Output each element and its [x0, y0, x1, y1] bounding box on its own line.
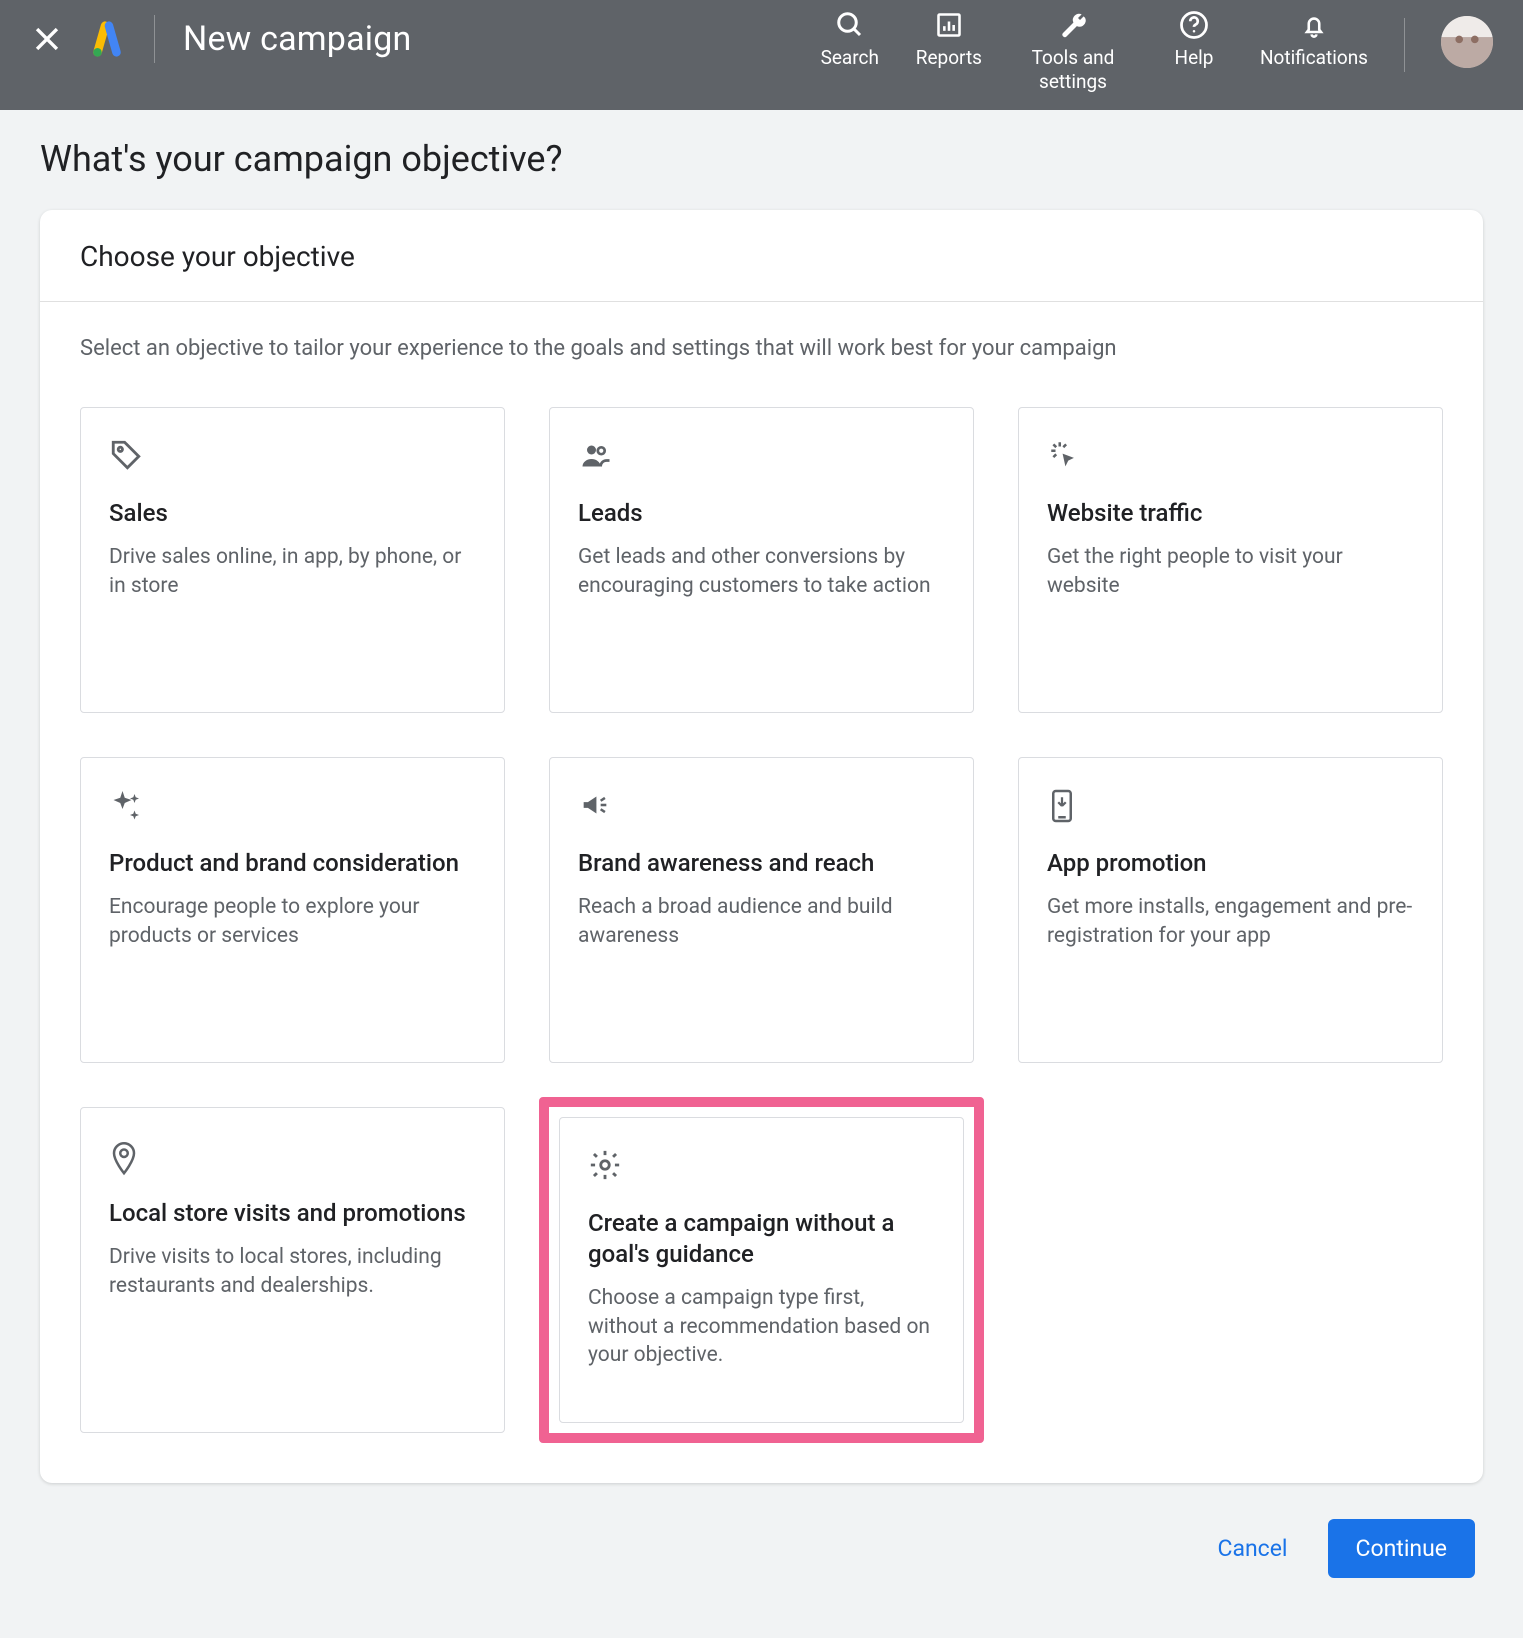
objective-app-promotion[interactable]: App promotion Get more installs, engagem… [1018, 757, 1443, 1063]
objective-desc: Encourage people to explore your product… [109, 893, 476, 950]
objective-desc: Get the right people to visit your websi… [1047, 543, 1414, 600]
gear-icon [588, 1148, 935, 1190]
objective-title: App promotion [1047, 848, 1414, 879]
objective-product-consideration[interactable]: Product and brand consideration Encourag… [80, 757, 505, 1063]
objective-title: Leads [578, 498, 945, 529]
objective-local-store[interactable]: Local store visits and promotions Drive … [80, 1107, 505, 1433]
objective-desc: Drive sales online, in app, by phone, or… [109, 543, 476, 600]
objective-title: Website traffic [1047, 498, 1414, 529]
header-left: New campaign [30, 0, 412, 78]
objective-card: Choose your objective Select an objectiv… [40, 210, 1483, 1483]
google-ads-logo-icon [88, 20, 126, 58]
objective-no-goal[interactable]: Create a campaign without a goal's guida… [559, 1117, 964, 1423]
objective-grid: Sales Drive sales online, in app, by pho… [40, 371, 1483, 1483]
tag-icon [109, 438, 476, 480]
nav-label: Help [1175, 46, 1214, 70]
divider [154, 15, 155, 63]
objective-desc: Drive visits to local stores, including … [109, 1243, 476, 1300]
nav-label: Reports [916, 46, 982, 70]
objective-desc: Get more installs, engagement and pre-re… [1047, 893, 1414, 950]
objective-title: Local store visits and promotions [109, 1198, 476, 1229]
page-title: New campaign [183, 19, 412, 59]
nav-tools[interactable]: Tools and settings [1018, 10, 1128, 94]
nav-label: Tools and settings [1018, 46, 1128, 94]
bell-icon [1300, 10, 1328, 40]
bar-chart-icon [935, 10, 963, 40]
divider [1404, 18, 1405, 72]
empty-cell [1018, 1107, 1443, 1433]
cancel-button[interactable]: Cancel [1208, 1523, 1298, 1574]
pin-icon [109, 1138, 476, 1180]
objective-title: Sales [109, 498, 476, 529]
account-avatar[interactable] [1441, 16, 1493, 68]
objective-brand-awareness[interactable]: Brand awareness and reach Reach a broad … [549, 757, 974, 1063]
nav-help[interactable]: Help [1164, 10, 1224, 70]
sparkle-icon [109, 788, 476, 830]
app-download-icon [1047, 788, 1414, 830]
objective-title: Create a campaign without a goal's guida… [588, 1208, 935, 1270]
footer-actions: Cancel Continue [0, 1483, 1523, 1638]
app-header: New campaign Search Reports Tools and se… [0, 0, 1523, 110]
header-right: Search Reports Tools and settings Help N… [820, 0, 1493, 94]
close-button[interactable] [30, 22, 64, 56]
objective-title: Brand awareness and reach [578, 848, 945, 879]
nav-search[interactable]: Search [820, 10, 880, 70]
objective-desc: Get leads and other conversions by encou… [578, 543, 945, 600]
wrench-icon [1058, 10, 1088, 40]
card-subtitle: Select an objective to tailor your exper… [40, 302, 1483, 371]
nav-label: Search [821, 46, 879, 70]
nav-reports[interactable]: Reports [916, 10, 982, 70]
objective-traffic[interactable]: Website traffic Get the right people to … [1018, 407, 1443, 713]
nav-label: Notifications [1260, 46, 1368, 70]
objective-desc: Reach a broad audience and build awarene… [578, 893, 945, 950]
objective-sales[interactable]: Sales Drive sales online, in app, by pho… [80, 407, 505, 713]
people-icon [578, 438, 945, 480]
nav-notifications[interactable]: Notifications [1260, 10, 1368, 70]
highlighted-objective: Create a campaign without a goal's guida… [539, 1097, 984, 1443]
continue-button[interactable]: Continue [1328, 1519, 1475, 1578]
card-title: Choose your objective [40, 210, 1483, 302]
objective-leads[interactable]: Leads Get leads and other conversions by… [549, 407, 974, 713]
search-icon [835, 10, 865, 40]
megaphone-icon [578, 788, 945, 830]
click-icon [1047, 438, 1414, 480]
campaign-objective-heading: What's your campaign objective? [0, 110, 1523, 200]
help-icon [1179, 10, 1209, 40]
objective-title: Product and brand consideration [109, 848, 476, 879]
objective-desc: Choose a campaign type first, without a … [588, 1284, 935, 1369]
